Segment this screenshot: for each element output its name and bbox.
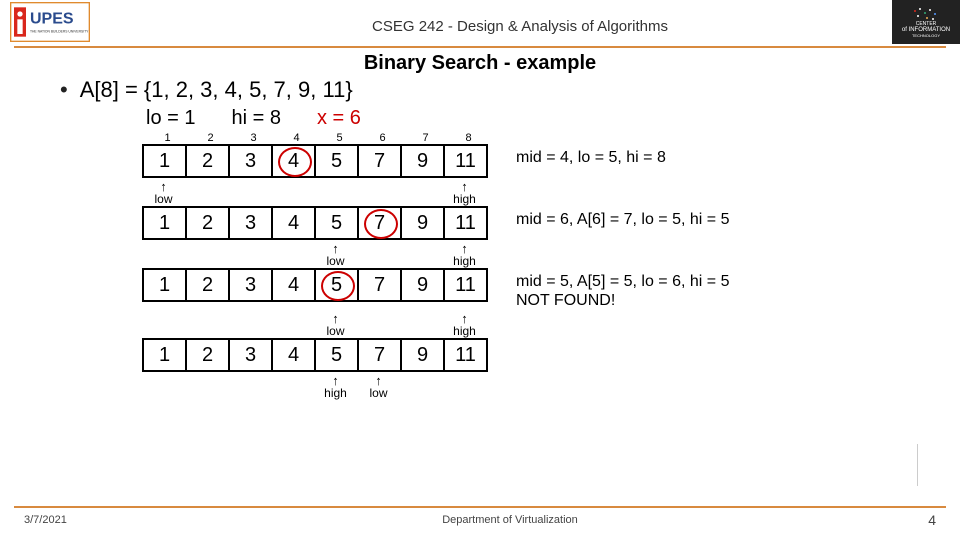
index-label: 1 xyxy=(146,132,189,144)
var-hi: hi = 8 xyxy=(231,107,280,130)
pointer-label: low xyxy=(369,387,387,399)
cell: 4 xyxy=(273,146,316,176)
pointer-label: low xyxy=(326,325,344,337)
step-note: mid = 4, lo = 5, hi = 8 xyxy=(516,144,666,167)
cell: 11 xyxy=(445,340,486,370)
pointer-label: high xyxy=(453,325,476,337)
array-row: 123457911 mid = 4, lo = 5, hi = 8 xyxy=(60,144,900,178)
cell: 9 xyxy=(402,208,445,238)
cell: 7 xyxy=(359,340,402,370)
index-label: 2 xyxy=(189,132,232,144)
pointer-label: high xyxy=(453,255,476,267)
pointer-row: ↑high↑low xyxy=(60,374,900,400)
cell: 7 xyxy=(359,270,402,300)
var-lo: lo = 1 xyxy=(146,107,195,130)
pointer: ↑low xyxy=(357,374,400,399)
index-label: 8 xyxy=(447,132,490,144)
cell: 9 xyxy=(402,270,445,300)
cells: 123457911 xyxy=(142,338,488,372)
pointer-row: ↑low ↑high xyxy=(60,180,900,206)
cell: 1 xyxy=(144,270,187,300)
footer-dept: Department of Virtualization xyxy=(124,514,896,526)
svg-text:UPES: UPES xyxy=(30,10,74,27)
logo-upes: UPES THE NATION BUILDERS UNIVERSITY xyxy=(10,2,90,42)
array-row: 123457911 mid = 6, A[6] = 7, lo = 5, hi =… xyxy=(60,206,900,240)
cell: 2 xyxy=(187,146,230,176)
pointer: ↑high xyxy=(314,374,357,399)
svg-text:THE NATION BUILDERS UNIVERSITY: THE NATION BUILDERS UNIVERSITY xyxy=(30,30,89,34)
cell: 9 xyxy=(402,340,445,370)
pointer: ↑high xyxy=(443,242,486,267)
pointer: ↑high xyxy=(443,180,486,205)
cell: 3 xyxy=(230,270,273,300)
footer-date: 3/7/2021 xyxy=(24,514,124,526)
circle-marker xyxy=(278,147,312,177)
index-label: 7 xyxy=(404,132,447,144)
step-note: mid = 5, A[5] = 5, lo = 6, hi = 5NOT FOU… xyxy=(516,268,729,310)
cell: 5 xyxy=(316,340,359,370)
pointer: ↑low xyxy=(314,242,357,267)
cell: 2 xyxy=(187,270,230,300)
circle-marker xyxy=(321,271,355,301)
array-row: 123457911 xyxy=(60,338,900,372)
var-x: x = 6 xyxy=(317,107,361,130)
footer-page: 4 xyxy=(896,512,936,528)
footer-rule xyxy=(14,506,946,508)
cell: 5 xyxy=(316,146,359,176)
array-statement: A[8] = {1, 2, 3, 4, 5, 7, 9, 11} xyxy=(80,77,353,103)
cell: 1 xyxy=(144,340,187,370)
index-label: 6 xyxy=(361,132,404,144)
slide-title: Binary Search - example xyxy=(0,48,960,77)
pointer-label: low xyxy=(154,193,172,205)
cell: 3 xyxy=(230,208,273,238)
cells: 123457911 xyxy=(142,144,488,178)
course-title: CSEG 242 - Design & Analysis of Algorith… xyxy=(90,10,950,35)
pointer: ↑high xyxy=(443,312,486,337)
bullet-icon: • xyxy=(60,77,68,103)
cell: 3 xyxy=(230,340,273,370)
pointer: ↑low xyxy=(314,312,357,337)
cell: 1 xyxy=(144,208,187,238)
cell: 3 xyxy=(230,146,273,176)
index-label: 3 xyxy=(232,132,275,144)
cell: 7 xyxy=(359,146,402,176)
index-label: 4 xyxy=(275,132,318,144)
step-note: mid = 6, A[6] = 7, lo = 5, hi = 5 xyxy=(516,206,729,229)
cell: 1 xyxy=(144,146,187,176)
cell: 2 xyxy=(187,208,230,238)
cells: 123457911 xyxy=(142,206,488,240)
footer: 3/7/2021 Department of Virtualization 4 xyxy=(0,512,960,528)
vertical-divider xyxy=(917,444,918,486)
cell: 11 xyxy=(445,208,486,238)
cell: 5 xyxy=(316,270,359,300)
cell: 2 xyxy=(187,340,230,370)
cell: 4 xyxy=(273,270,316,300)
cell: 5 xyxy=(316,208,359,238)
index-row: 12345678 xyxy=(60,132,900,144)
circle-marker xyxy=(364,209,398,239)
pointer-label: high xyxy=(324,387,347,399)
content-area: • A[8] = {1, 2, 3, 4, 5, 7, 9, 11} lo = … xyxy=(0,77,960,400)
array-row: 123457911 mid = 5, A[5] = 5, lo = 6, hi =… xyxy=(60,268,900,310)
pointer: ↑low xyxy=(142,180,185,205)
logo-corner: CENTER of INFORMATION TECHNOLOGY xyxy=(892,0,960,44)
cell: 4 xyxy=(273,208,316,238)
cell: 4 xyxy=(273,340,316,370)
cell: 11 xyxy=(445,270,486,300)
cell: 11 xyxy=(445,146,486,176)
cell: 7 xyxy=(359,208,402,238)
pointer-label: low xyxy=(326,255,344,267)
index-label: 5 xyxy=(318,132,361,144)
cells: 123457911 xyxy=(142,268,488,302)
cell: 9 xyxy=(402,146,445,176)
pointer-row: ↑low ↑high xyxy=(60,312,900,338)
pointer-row: ↑low ↑high xyxy=(60,242,900,268)
pointer-label: high xyxy=(453,193,476,205)
